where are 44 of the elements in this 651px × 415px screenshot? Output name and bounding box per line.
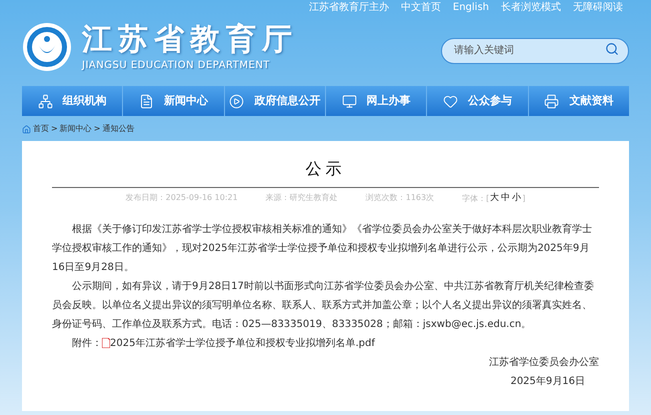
body-paragraph: 根据《关于修订印发江苏省学士学位授权审核相关标准的通知》《省学位委员会办公室关于做好本科层次职业教育学士学位授权审核工作的通知》，现对2025年江苏省学士学位授予单位和授权专业拟增列名单进行公示，公示期为2025年9月16日至9月28日。: [52, 222, 593, 274]
logo-icon: [22, 22, 72, 72]
font-size-option[interactable]: 中: [500, 192, 512, 206]
font-size-label: 字体：[: [462, 192, 490, 205]
nav-item[interactable]: 文献资料: [528, 86, 629, 116]
top-link[interactable]: English: [452, 1, 489, 14]
site-title: 江苏省教育厅: [82, 20, 298, 58]
meta-text: 浏览次数：1163次: [366, 192, 434, 204]
breadcrumb-separator: >: [51, 123, 58, 135]
pdf-icon: [102, 338, 110, 348]
breadcrumb-link[interactable]: 通知公告: [102, 123, 134, 135]
search-field[interactable]: 请输入关键词: [441, 38, 629, 64]
nav-item[interactable]: 组织机构: [22, 86, 124, 116]
breadcrumb-separator: >: [94, 123, 100, 135]
signature-text: 江苏省学位委员会办公室: [488, 356, 599, 370]
date-text: 2025年9月16日: [509, 374, 586, 388]
breadcrumb-link[interactable]: 新闻中心: [60, 123, 92, 135]
attachment-link[interactable]: 2025年江苏省学士学位授予单位和授权专业拟增列名单.pdf: [110, 334, 375, 352]
meta-text: 发布日期：2025-09-16 10:21: [126, 192, 238, 204]
font-size-option[interactable]: 大: [489, 192, 500, 206]
article-title: 公示: [52, 157, 599, 188]
nav-icon: [138, 94, 154, 108]
nav-icon: [342, 94, 357, 108]
site-subtitle: JIANGSU EDUCATION DEPARTMENT: [82, 59, 271, 74]
nav-item[interactable]: 政府信息公开: [224, 86, 326, 116]
home-icon: [22, 124, 31, 134]
top-link[interactable]: 中文首页: [400, 1, 441, 14]
nav-icon: [229, 94, 244, 108]
breadcrumb-link[interactable]: 首页: [33, 123, 49, 135]
nav-icon: [38, 94, 53, 108]
nav-item[interactable]: 新闻中心: [123, 86, 225, 116]
meta-text: 来源：研究生教育处: [266, 192, 338, 204]
nav-icon: [544, 94, 560, 108]
nav-icon: [442, 94, 458, 108]
top-link[interactable]: 江苏省教育厅主办: [308, 1, 389, 14]
body-paragraph: 公示期间，如有异议，请于9月28日17时前以书面形式向江苏省学位委员会办公室、中共江苏省教育厅机关纪律检查委员会反映。以单位名义提出异议的须写明单位名称、联系人、联系方式并加盖公章；以个人名义提出异议的须署真实姓名、身份证号码、工作单位及联系方式。电话：025—83335019、83335028；邮箱：jsxwb@ec.js.edu.cn。: [52, 280, 595, 332]
top-link[interactable]: 长者浏览模式: [501, 1, 561, 14]
top-link[interactable]: 无障碍阅读: [573, 1, 623, 14]
bracket-text: ]: [522, 192, 526, 205]
font-size-option[interactable]: 小: [511, 192, 522, 206]
nav-item[interactable]: 公众参与: [427, 86, 529, 116]
nav-item[interactable]: 网上办事: [326, 86, 428, 116]
search-icon[interactable]: [605, 42, 619, 56]
attachment-label: 附件：: [72, 336, 102, 350]
